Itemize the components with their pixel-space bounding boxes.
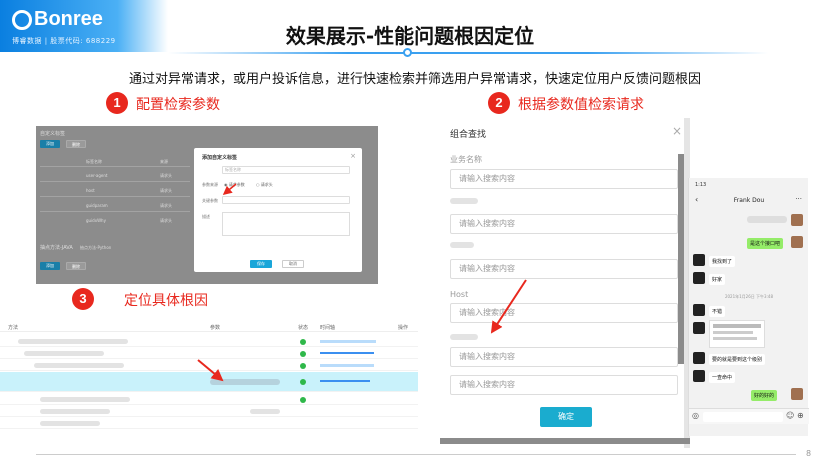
arrow-root-cause xyxy=(197,359,224,382)
footer-divider xyxy=(36,454,796,455)
arrow-config xyxy=(222,183,237,195)
page-number: 8 xyxy=(806,449,812,458)
arrow-search xyxy=(490,279,527,334)
annotation-arrows xyxy=(197,183,527,382)
